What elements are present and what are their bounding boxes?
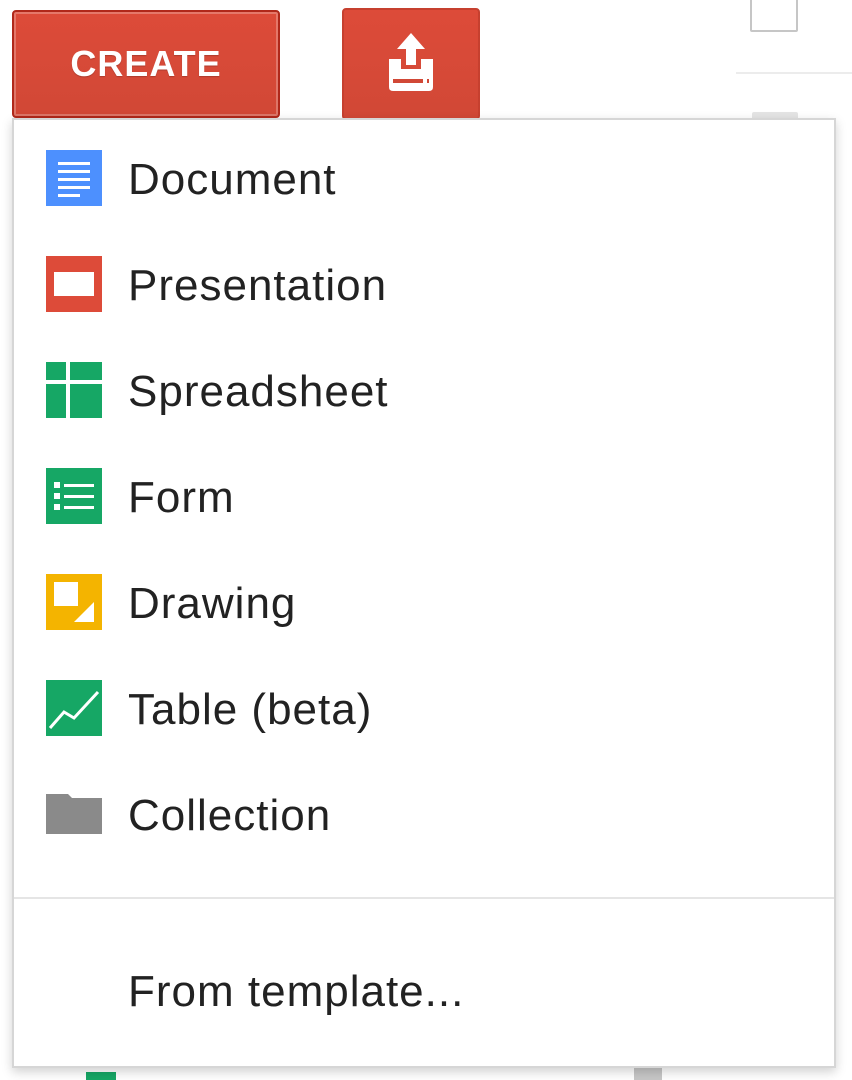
menu-item-from-template[interactable]: From template... — [14, 942, 834, 1042]
presentation-icon — [46, 256, 102, 312]
menu-item-drawing[interactable]: Drawing — [14, 550, 834, 654]
menu-divider — [14, 897, 834, 899]
create-button[interactable]: CREATE — [12, 10, 280, 118]
background-checkbox[interactable] — [750, 0, 798, 32]
table-icon — [46, 680, 102, 736]
drawing-icon — [46, 574, 102, 630]
menu-item-label: Form — [128, 473, 235, 522]
background-list-marker — [634, 1068, 662, 1080]
menu-item-label: Drawing — [128, 579, 297, 628]
menu-item-collection[interactable]: Collection — [14, 762, 834, 866]
menu-item-form[interactable]: Form — [14, 444, 834, 548]
create-button-label: CREATE — [70, 43, 222, 84]
menu-item-label: Presentation — [128, 261, 388, 310]
menu-item-label: Collection — [128, 791, 332, 840]
menu-item-document[interactable]: Document — [14, 126, 834, 230]
background-divider — [736, 72, 852, 74]
menu-item-label: Spreadsheet — [128, 367, 389, 416]
document-icon — [46, 150, 102, 206]
create-menu: Document Presentation Spreadsheet Form D… — [12, 118, 836, 1068]
menu-item-label: From template... — [128, 967, 465, 1016]
background-file-icon — [86, 1072, 116, 1080]
drive-page: CREATE Document Presentation Spreadsheet… — [0, 0, 852, 1080]
spreadsheet-icon — [46, 362, 102, 418]
menu-item-label: Document — [128, 155, 337, 204]
menu-item-table[interactable]: Table (beta) — [14, 656, 834, 760]
menu-item-spreadsheet[interactable]: Spreadsheet — [14, 338, 834, 442]
folder-icon — [46, 786, 102, 842]
upload-icon — [385, 31, 437, 98]
upload-button[interactable] — [342, 8, 480, 120]
menu-item-label: Table (beta) — [128, 685, 373, 734]
menu-item-presentation[interactable]: Presentation — [14, 232, 834, 336]
form-icon — [46, 468, 102, 524]
